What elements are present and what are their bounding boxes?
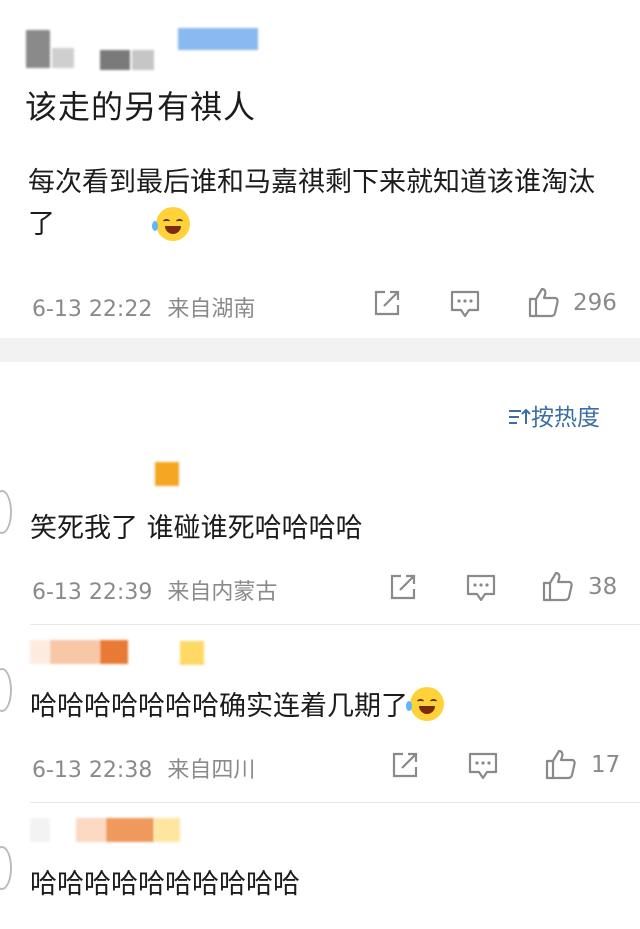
- share-icon[interactable]: [390, 750, 420, 780]
- reply-text: 哈哈哈哈哈哈哈哈哈哈: [30, 869, 300, 900]
- sort-icon: [509, 408, 531, 424]
- user-badge: [155, 462, 179, 486]
- divider: [30, 802, 640, 803]
- like-count: 17: [591, 752, 621, 778]
- comment-meta: 6-13 22:22 来自湖南: [32, 291, 255, 323]
- like-icon[interactable]: [544, 748, 578, 780]
- section-divider: [0, 338, 640, 362]
- like-count: 38: [588, 574, 618, 600]
- reply-text: 笑死我了 谁碰谁死哈哈哈哈: [30, 513, 363, 544]
- comment-icon[interactable]: [465, 573, 497, 603]
- share-icon[interactable]: [372, 288, 402, 318]
- laughing-tears-emoji-icon: [152, 207, 190, 241]
- sort-button[interactable]: 按热度: [507, 398, 600, 432]
- comment-location: 来自湖南: [167, 297, 256, 322]
- like-icon[interactable]: [541, 570, 575, 602]
- laughing-tears-emoji-icon: [406, 687, 444, 721]
- like-icon[interactable]: [527, 286, 561, 318]
- reply-text: 哈哈哈哈哈哈哈确实连着几期了: [30, 686, 444, 728]
- reply-location: 来自四川: [167, 758, 256, 783]
- comment-icon[interactable]: [467, 751, 499, 781]
- avatar[interactable]: [0, 668, 12, 712]
- comment-icon[interactable]: [449, 289, 481, 319]
- avatar[interactable]: [0, 846, 12, 890]
- sort-label: 按热度: [531, 405, 600, 431]
- reply-location: 来自内蒙古: [167, 580, 278, 605]
- divider: [30, 624, 640, 625]
- avatar[interactable]: [0, 490, 12, 534]
- comment-time: 6-13 22:22: [32, 297, 153, 322]
- reply-meta: 6-13 22:39 来自内蒙古: [32, 574, 277, 606]
- reply-time: 6-13 22:39: [32, 580, 153, 605]
- comment-text: 每次看到最后谁和马嘉祺剩下来就知道该谁淘汰了: [28, 167, 595, 240]
- reply-meta: 6-13 22:38 来自四川: [32, 752, 255, 784]
- reply-time: 6-13 22:38: [32, 758, 153, 783]
- like-count: 296: [573, 290, 617, 316]
- comment-title: 该走的另有祺人: [25, 88, 257, 126]
- share-icon[interactable]: [388, 572, 418, 602]
